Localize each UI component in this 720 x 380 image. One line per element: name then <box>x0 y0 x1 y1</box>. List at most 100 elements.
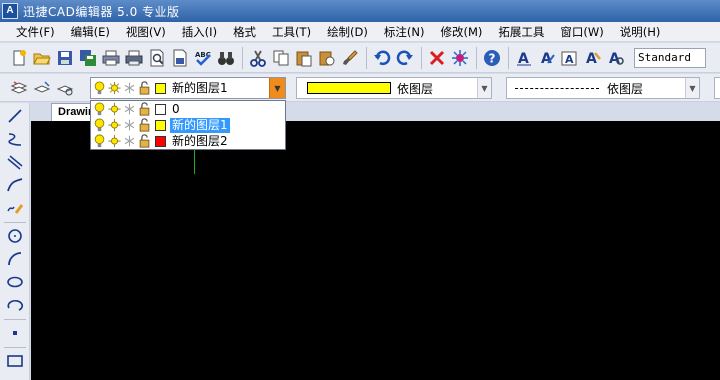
layer-select[interactable]: 新的图层1 ▼ <box>90 77 286 99</box>
find-binoculars-icon[interactable] <box>215 47 237 69</box>
layer-color-swatch <box>155 103 166 115</box>
window-title: 迅捷CAD编辑器 5.0 专业版 <box>23 4 180 19</box>
layer-previous-icon[interactable] <box>31 77 53 99</box>
lightbulb-on-icon[interactable] <box>92 101 106 117</box>
point-icon[interactable] <box>3 322 27 344</box>
linetype-select[interactable]: 依图层 ▼ <box>506 77 700 99</box>
sun-thaw-icon[interactable] <box>107 101 121 117</box>
standard-toolbar: ABC ? A A A A A Standard <box>0 43 720 73</box>
snowflake-freeze-icon[interactable] <box>122 101 136 117</box>
print-icon[interactable] <box>100 47 122 69</box>
paste-icon[interactable] <box>293 47 315 69</box>
undo-icon[interactable] <box>371 47 393 69</box>
text-style-icon[interactable]: A <box>559 47 581 69</box>
menu-extend-tools[interactable]: 拓展工具 <box>490 22 552 42</box>
explode-icon[interactable] <box>449 47 471 69</box>
linetype-label: 依图层 <box>607 81 644 96</box>
menu-modify[interactable]: 修改(M) <box>432 22 490 42</box>
unlock-icon[interactable] <box>137 80 151 96</box>
toolbar-separator <box>421 46 422 69</box>
linetype-sample <box>515 87 599 89</box>
linetype-dropdown-arrow-icon[interactable]: ▼ <box>685 78 699 98</box>
color-bar-swatch <box>307 82 391 94</box>
color-select[interactable]: 依图层 ▼ <box>296 77 492 99</box>
layer-manager-icon[interactable] <box>8 77 30 99</box>
ellipse-icon[interactable] <box>3 271 27 293</box>
cut-icon[interactable] <box>247 47 269 69</box>
new-file-icon[interactable] <box>8 47 30 69</box>
copy-icon[interactable] <box>270 47 292 69</box>
arc-icon[interactable] <box>3 248 27 270</box>
layer-name: 新的图层2 <box>172 133 228 148</box>
sketch-pencil-icon[interactable] <box>3 197 27 219</box>
text-style-select[interactable]: Standard <box>634 47 706 68</box>
polyline-icon[interactable] <box>3 128 27 150</box>
app-icon: A <box>2 3 18 19</box>
unlock-icon[interactable] <box>137 101 151 117</box>
drawing-canvas[interactable] <box>31 121 720 380</box>
menu-draw[interactable]: 绘制(D) <box>319 22 376 42</box>
snowflake-freeze-icon[interactable] <box>122 117 136 133</box>
save-all-icon[interactable] <box>77 47 99 69</box>
draw-toolbar <box>0 103 30 380</box>
lightbulb-on-icon[interactable] <box>92 133 106 149</box>
toolbar-separator <box>242 46 243 69</box>
menu-file[interactable]: 文件(F) <box>8 22 63 42</box>
spell-check-icon[interactable]: ABC <box>192 47 214 69</box>
current-layer-name: 新的图层1 <box>172 80 228 95</box>
layer-color-swatch <box>155 135 166 147</box>
lineweight-select[interactable] <box>714 77 720 99</box>
multiline-icon[interactable] <box>3 151 27 173</box>
publish-icon[interactable] <box>169 47 191 69</box>
text-icon[interactable]: A <box>513 47 535 69</box>
layer-row-0[interactable]: 0 <box>91 101 285 117</box>
lightbulb-on-icon[interactable] <box>92 80 106 96</box>
menu-insert[interactable]: 插入(I) <box>174 22 225 42</box>
text-edit-icon[interactable]: A <box>536 47 558 69</box>
print-preview-icon[interactable] <box>146 47 168 69</box>
open-folder-icon[interactable] <box>31 47 53 69</box>
color-label: 依图层 <box>397 81 434 96</box>
snowflake-freeze-icon[interactable] <box>122 133 136 149</box>
layer-row-1[interactable]: 新的图层1 <box>91 117 285 133</box>
save-icon[interactable] <box>54 47 76 69</box>
printer-setup-icon[interactable] <box>123 47 145 69</box>
layer-dropdown-list: 0 新的图层1 新的图层2 <box>90 100 286 150</box>
layer-row-2[interactable]: 新的图层2 <box>91 133 285 149</box>
sun-thaw-icon[interactable] <box>107 80 121 96</box>
line-icon[interactable] <box>3 105 27 127</box>
snowflake-freeze-icon[interactable] <box>122 80 136 96</box>
menu-help[interactable]: 说明(H) <box>612 22 669 42</box>
match-properties-brush-icon[interactable] <box>339 47 361 69</box>
menu-edit[interactable]: 编辑(E) <box>63 22 118 42</box>
menu-dimension[interactable]: 标注(N) <box>376 22 433 42</box>
toolbar-separator <box>3 319 26 320</box>
lightbulb-on-icon[interactable] <box>92 117 106 133</box>
make-current-layer-icon[interactable] <box>54 77 76 99</box>
color-dropdown-arrow-icon[interactable]: ▼ <box>477 78 491 98</box>
spline-icon[interactable] <box>3 174 27 196</box>
layer-color-swatch <box>155 82 166 94</box>
unlock-icon[interactable] <box>137 133 151 149</box>
delete-icon[interactable] <box>426 47 448 69</box>
paste-special-icon[interactable] <box>316 47 338 69</box>
circle-icon[interactable] <box>3 225 27 247</box>
layer-dropdown-arrow-icon[interactable]: ▼ <box>269 78 285 98</box>
rectangle-icon[interactable] <box>3 350 27 372</box>
crosshair-cursor <box>194 148 195 174</box>
help-icon[interactable]: ? <box>481 47 503 69</box>
menu-view[interactable]: 视图(V) <box>118 22 174 42</box>
sun-thaw-icon[interactable] <box>107 117 121 133</box>
text-find-icon[interactable]: A <box>605 47 627 69</box>
elliptical-arc-icon[interactable] <box>3 294 27 316</box>
menu-tools[interactable]: 工具(T) <box>264 22 319 42</box>
menu-window[interactable]: 窗口(W) <box>552 22 611 42</box>
text-format-icon[interactable]: A <box>582 47 604 69</box>
layer-toolbar: 新的图层1 ▼ 依图层 ▼ 依图层 ▼ <box>0 74 720 102</box>
unlock-icon[interactable] <box>137 117 151 133</box>
title-bar: A 迅捷CAD编辑器 5.0 专业版 <box>0 0 720 22</box>
redo-icon[interactable] <box>394 47 416 69</box>
toolbar-separator <box>3 222 26 223</box>
sun-thaw-icon[interactable] <box>107 133 121 149</box>
menu-format[interactable]: 格式 <box>225 22 264 42</box>
